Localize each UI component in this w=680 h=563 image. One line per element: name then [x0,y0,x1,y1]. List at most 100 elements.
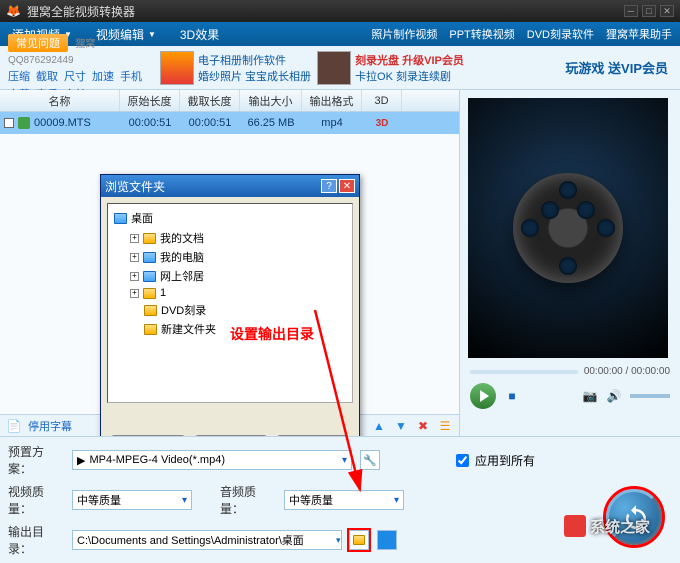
video-preview [468,98,668,358]
open-output-button[interactable] [377,530,397,550]
menu-3d-effect[interactable]: 3D效果 [168,22,231,46]
video-progress: 00:00:00 / 00:00:00 [460,366,680,377]
promo-text[interactable]: 电子相册制作软件 [198,52,311,68]
maximize-button[interactable]: □ [642,5,656,17]
audio-quality-dropdown[interactable]: 中等质量 [284,490,404,510]
file-row[interactable]: 00009.MTS 00:00:51 00:00:51 66.25 MB mp4… [0,112,459,134]
snapshot-icon[interactable]: 📷 [582,388,598,404]
move-up-icon[interactable]: ▲ [371,418,387,434]
expander-icon[interactable]: + [130,253,139,262]
tree-item[interactable]: + 我的文档 [130,230,346,246]
cell-fmt: mp4 [302,117,362,129]
promo-text[interactable]: 刻录光盘 升级VIP会员 [355,52,464,68]
tree-root[interactable]: 桌面 [114,210,346,226]
tree-label: 我的电脑 [160,249,204,265]
faq-header: 常见问题 [8,34,68,52]
content-area: 名称 原始长度 截取长度 输出大小 输出格式 3D 00009.MTS 00:0… [0,90,680,436]
video-seek-slider[interactable] [470,370,578,374]
convert-button[interactable] [606,489,662,545]
folder-tree[interactable]: 桌面 + 我的文档 + 我的电脑 + 网上邻居 +1 DVD刻录 新建文件夹 [107,203,353,403]
dialog-help-button[interactable]: ? [321,179,337,193]
file-name: 00009.MTS [34,117,91,129]
ad-link[interactable]: 照片制作视频 [371,26,437,42]
expander-icon[interactable]: + [130,272,139,281]
faq-link[interactable]: 截取 [36,68,58,84]
promo-text[interactable]: 婚纱照片 宝宝成长相册 [198,68,311,84]
vq-label: 视频质量： [8,483,64,517]
tree-label: 新建文件夹 [161,321,216,337]
row-checkbox[interactable] [4,118,14,128]
tree-label: 网上邻居 [160,268,204,284]
faq-link[interactable]: 尺寸 [64,68,86,84]
promo-image [160,51,194,85]
desktop-icon [114,213,127,224]
faq-link[interactable]: 压缩 [8,68,30,84]
network-icon [143,271,156,282]
cell-3d: 3D [362,118,402,129]
tree-label: 我的文档 [160,230,204,246]
stop-button[interactable]: ■ [504,388,520,404]
disable-subtitle-button[interactable]: 停用字幕 [28,418,72,434]
ad-link[interactable]: DVD刻录软件 [527,26,594,42]
tree-item[interactable]: DVD刻录 [144,302,346,318]
output-path-input[interactable]: C:\Documents and Settings\Administrator\… [72,530,342,550]
expander-icon[interactable]: + [130,234,139,243]
expander-icon[interactable]: + [130,289,139,298]
video-controls: ■ 📷 🔊 [460,377,680,415]
settings-panel: 预置方案： ▶MP4-MPEG-4 Video(*.mp4) 🔧 应用到所有 视… [0,436,680,563]
video-time: 00:00:00 / 00:00:00 [584,366,670,377]
apply-all-label: 应用到所有 [475,452,535,469]
cell-size: 66.25 MB [240,117,302,129]
faq-link[interactable]: 加速 [92,68,114,84]
dialog-close-button[interactable]: ✕ [339,179,355,193]
list-icon[interactable]: ☰ [437,418,453,434]
col-fmt[interactable]: 输出格式 [302,90,362,111]
preview-pane: 00:00:00 / 00:00:00 ■ 📷 🔊 [460,90,680,436]
col-cut[interactable]: 截取长度 [180,90,240,111]
col-name[interactable]: 名称 [0,90,120,111]
col-size[interactable]: 输出大小 [240,90,302,111]
move-down-icon[interactable]: ▼ [393,418,409,434]
tree-item[interactable]: 新建文件夹 [144,321,346,337]
apply-all-checkbox[interactable] [456,454,469,467]
preset-dropdown[interactable]: ▶MP4-MPEG-4 Video(*.mp4) [72,450,352,470]
file-list-header: 名称 原始长度 截取长度 输出大小 输出格式 3D [0,90,459,112]
folder-icon [144,305,157,316]
cell-orig: 00:00:51 [120,117,180,129]
tree-item[interactable]: +1 [130,287,346,299]
minimize-button[interactable]: ─ [624,5,638,17]
film-reel-icon [513,173,623,283]
dialog-title: 浏览文件夹 [105,178,165,195]
ad-link[interactable]: 狸窝苹果助手 [606,26,672,42]
app-icon: 🦊 [6,4,21,18]
col-3d[interactable]: 3D [362,90,402,111]
faq-link[interactable]: 手机 [120,68,142,84]
play-button[interactable] [470,383,496,409]
folder-icon [353,535,365,545]
preset-settings-button[interactable]: 🔧 [360,450,380,470]
window-title: 狸窝全能视频转换器 [27,3,135,20]
computer-icon [143,252,156,263]
subtitle-icon: 📄 [6,418,22,434]
vip-promo[interactable]: 玩游戏 送VIP会员 [565,58,680,77]
volume-slider[interactable] [630,394,670,398]
col-orig[interactable]: 原始长度 [120,90,180,111]
window-titlebar: 🦊 狸窝全能视频转换器 ─ □ ✕ [0,0,680,22]
tree-item[interactable]: + 我的电脑 [130,249,346,265]
promo-text[interactable]: 卡拉OK 刻录连续剧 [355,68,464,84]
toolbar: 常见问题 狸窝QQ876292449 压缩 截取 尺寸 加速 手机 字幕 音乐 … [0,46,680,90]
dialog-titlebar[interactable]: 浏览文件夹 ? ✕ [101,175,359,197]
file-type-icon [18,117,30,129]
folder-icon [144,324,157,335]
volume-icon[interactable]: 🔊 [606,388,622,404]
video-quality-dropdown[interactable]: 中等质量 [72,490,192,510]
ad-link[interactable]: PPT转换视频 [449,26,514,42]
file-list-pane: 名称 原始长度 截取长度 输出大小 输出格式 3D 00009.MTS 00:0… [0,90,460,436]
browse-output-button[interactable] [349,530,369,550]
tree-label: 1 [160,287,166,299]
tree-item[interactable]: + 网上邻居 [130,268,346,284]
cell-cut: 00:00:51 [180,117,240,129]
close-window-button[interactable]: ✕ [660,5,674,17]
delete-icon[interactable]: ✖ [415,418,431,434]
tree-label: 桌面 [131,210,153,226]
